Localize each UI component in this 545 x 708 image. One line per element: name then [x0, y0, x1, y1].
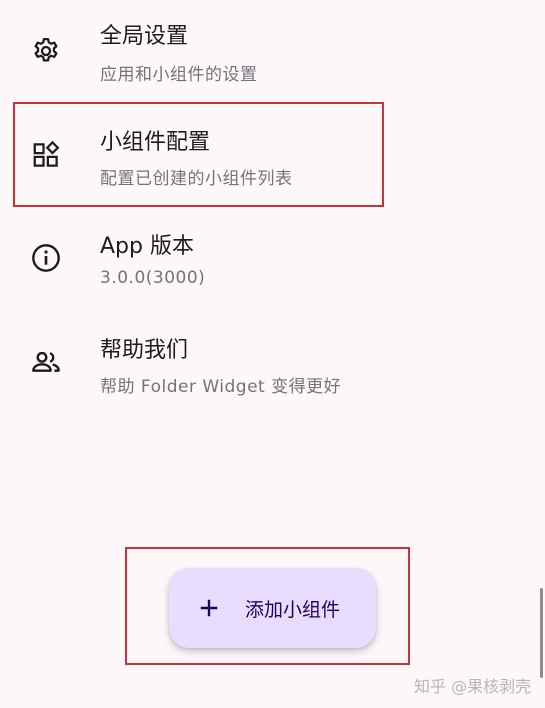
- add-widget-label: 添加小组件: [245, 598, 341, 621]
- settings-item-title: App 版本: [100, 234, 194, 259]
- add-widget-button[interactable]: 添加小组件: [169, 568, 376, 648]
- widgets-icon: [28, 137, 64, 173]
- settings-item-app-version[interactable]: App 版本 3.0.0(3000): [0, 208, 545, 312]
- people-icon: [28, 344, 64, 380]
- gear-icon: [28, 33, 64, 69]
- scrollbar[interactable]: [540, 588, 543, 678]
- settings-item-subtitle: 3.0.0(3000): [100, 268, 206, 288]
- settings-item-title: 全局设置: [100, 24, 189, 49]
- settings-item-subtitle: 应用和小组件的设置: [100, 65, 258, 85]
- settings-item-subtitle: 配置已创建的小组件列表: [100, 169, 293, 189]
- settings-item-widget-config[interactable]: 小组件配置 配置已创建的小组件列表: [0, 104, 545, 208]
- settings-item-help-us[interactable]: 帮助我们 帮助 Folder Widget 变得更好: [0, 312, 545, 416]
- settings-item-title: 小组件配置: [100, 130, 211, 155]
- settings-item-subtitle: 帮助 Folder Widget 变得更好: [100, 377, 342, 397]
- watermark: 知乎 @果核剥壳: [414, 677, 532, 696]
- settings-item-global[interactable]: 全局设置 应用和小组件的设置: [0, 0, 545, 104]
- plus-icon: [197, 596, 221, 620]
- info-icon: [28, 240, 64, 276]
- settings-item-title: 帮助我们: [100, 338, 189, 363]
